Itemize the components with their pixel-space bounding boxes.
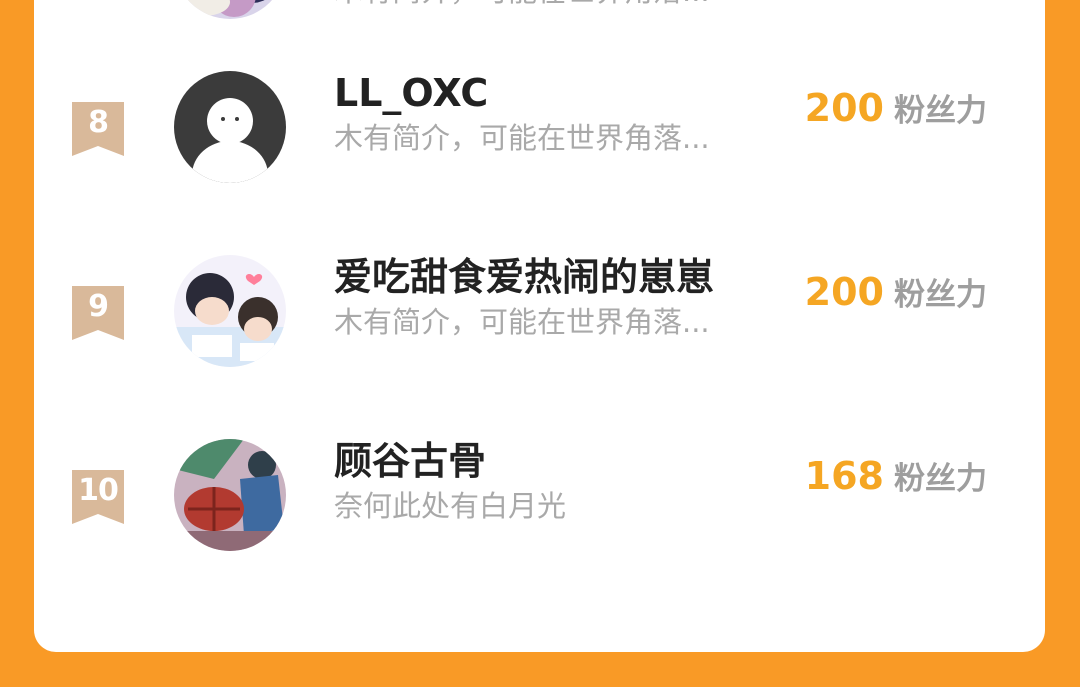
user-name[interactable]: LL_OXC: [334, 70, 488, 116]
fan-power: 168 粉丝力: [805, 454, 987, 506]
user-name[interactable]: 顾谷古骨: [334, 438, 486, 484]
rank-badge: 9: [72, 286, 124, 340]
user-name[interactable]: 爱吃甜食爱热闹的崽崽: [334, 254, 714, 300]
fan-power-label: 粉丝力: [894, 461, 987, 497]
user-bio: 奈何此处有白月光: [334, 489, 567, 523]
user-bio: 木有简介，可能在世界角落...: [334, 305, 710, 339]
ranking-row[interactable]: 10 顾谷古骨 奈何此处有白月光 168 粉丝力: [34, 439, 1045, 610]
user-bio: 木有简介，可能在世界角落...: [334, 121, 710, 155]
default-user-avatar-icon[interactable]: [174, 71, 286, 183]
ranking-row[interactable]: 8 LL_OXC 木有简介，可能在世界角落... 200 粉丝力: [34, 71, 1045, 242]
fan-power-label: 粉丝力: [894, 93, 987, 129]
fan-power-number: 200: [804, 270, 884, 314]
anime-umbrella-avatar-icon[interactable]: [174, 439, 286, 551]
ranking-row[interactable]: 9 爱吃甜食爱热闹的崽崽 木有简介，可能在世界角落... 200 粉丝力: [34, 255, 1045, 426]
rank-number: 9: [88, 289, 109, 324]
anime-avatar-icon[interactable]: [174, 0, 286, 19]
fan-ranking-card: 木有简介，可能在世界角落... 8 LL_OXC 木有简介，可能在世界角落...…: [34, 0, 1045, 652]
rank-badge: 10: [72, 470, 124, 524]
anime-couple-avatar-icon[interactable]: [174, 255, 286, 367]
fan-power-number: 168: [804, 454, 884, 498]
fan-power: 200 粉丝力: [805, 270, 987, 322]
fan-power: 200 粉丝力: [805, 86, 987, 138]
rank-number: 10: [78, 473, 119, 508]
ranking-row[interactable]: 木有简介，可能在世界角落...: [34, 0, 1045, 45]
user-bio: 木有简介，可能在世界角落...: [334, 0, 710, 9]
rank-badge: 8: [72, 102, 124, 156]
fan-power-label: 粉丝力: [894, 277, 987, 313]
rank-number: 8: [88, 105, 109, 140]
fan-power-number: 200: [804, 86, 884, 130]
